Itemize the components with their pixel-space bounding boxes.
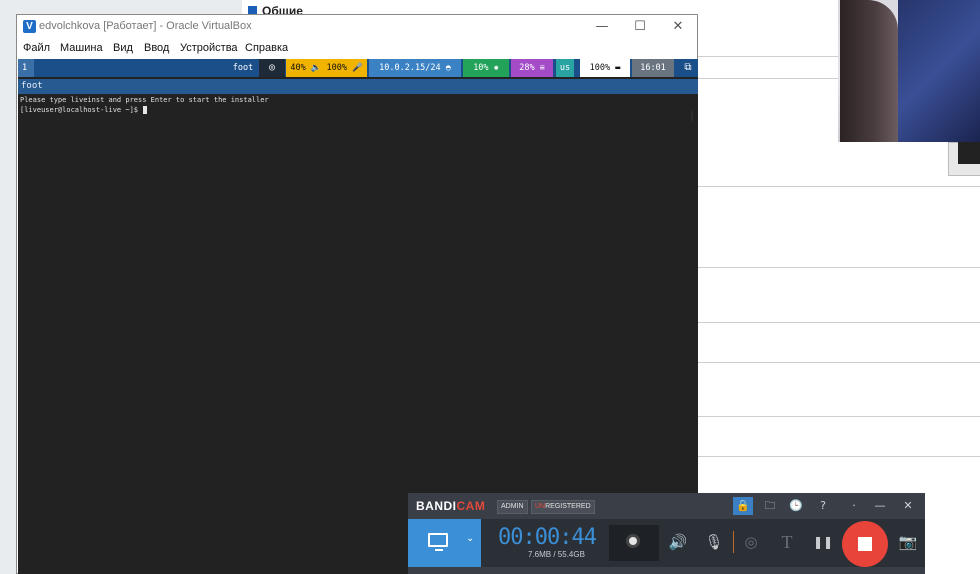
maximize-button[interactable]: ☐ — [620, 17, 660, 37]
menu-machine[interactable]: Машина — [60, 42, 103, 54]
pause-button[interactable]: ❚❚ — [812, 531, 834, 553]
settings-row-divider — [698, 186, 980, 187]
options-dot-icon[interactable]: · — [844, 497, 864, 515]
network-icon: ◓ — [445, 63, 451, 73]
terminal-title-bar: foot — [18, 79, 698, 94]
close-button[interactable]: ✕ — [658, 17, 698, 37]
menu-file[interactable]: Файл — [23, 42, 50, 54]
help-icon[interactable]: ? — [813, 497, 833, 515]
mouse-ibeam-cursor: I — [690, 110, 694, 125]
stop-record-button[interactable] — [842, 521, 888, 567]
cpu-icon: ✹ — [493, 63, 499, 73]
recording-timer: 00:00:44 — [498, 525, 597, 550]
folder-icon[interactable]: 🗀 — [760, 497, 780, 515]
terminal-cursor — [143, 106, 148, 114]
keyboard-layout-widget[interactable]: us — [556, 59, 574, 77]
screen-mode-button[interactable]: ⌄ — [408, 519, 481, 567]
monitor-stand — [435, 549, 443, 551]
minimize-button[interactable]: — — [582, 17, 622, 37]
virtualbox-app-icon: V — [23, 20, 36, 33]
chevron-down-icon[interactable]: ⌄ — [466, 533, 474, 544]
bandicam-main-panel: ⌄ 00:00:44 7.6MB / 55.4GB 🔊 🎙 ◎ T ❚❚ 📷 — [408, 519, 925, 567]
menu-help[interactable]: Справка — [245, 42, 288, 54]
webcam-button[interactable] — [609, 525, 659, 561]
microphone-icon[interactable]: 🎙 — [703, 531, 725, 553]
terminal-title: foot — [21, 81, 43, 91]
bandicam-logo-part-b: CAM — [456, 499, 486, 513]
battery-value: 100% — [589, 63, 611, 73]
unregistered-badge[interactable]: UNREGISTERED — [531, 500, 595, 514]
webcam-person-hair — [840, 0, 898, 142]
memory-widget[interactable]: 28% ≡ — [511, 59, 553, 77]
idle-inhibit-icon[interactable]: ◎ — [259, 59, 285, 77]
menu-devices[interactable]: Устройства — [180, 42, 238, 54]
workspace-indicator[interactable]: 1 — [18, 59, 34, 77]
network-widget[interactable]: 10.0.2.15/24 ◓ — [369, 59, 461, 77]
unregistered-badge-prefix: UN — [535, 503, 546, 510]
battery-icon: ▬ — [615, 63, 621, 73]
toolbar-separator — [733, 531, 734, 553]
menu-bar: Файл Машина Вид Ввод Устройства Справка — [17, 39, 697, 59]
cursor-effect-icon[interactable]: ◎ — [740, 531, 762, 553]
settings-row-divider — [698, 267, 980, 268]
monitor-icon — [428, 533, 448, 547]
stop-icon — [858, 537, 872, 551]
menu-view[interactable]: Вид — [113, 42, 133, 54]
bandicam-logo-part-a: BANDI — [416, 499, 457, 513]
terminal-prompt-line[interactable]: [liveuser@localhost-live ~]$ — [20, 106, 148, 114]
network-address: 10.0.2.15/24 — [379, 63, 441, 73]
bandicam-bottom-strip — [408, 567, 925, 574]
clock-widget[interactable]: 16:01 — [632, 59, 674, 77]
battery-widget[interactable]: 100% ▬ — [580, 59, 630, 77]
text-overlay-icon[interactable]: T — [776, 531, 798, 553]
background-frame-inner — [958, 142, 980, 164]
guest-status-bar: 1 foot ◎ 40% 🔈 100% 🎤 10.0.2.15/24 ◓ 10%… — [18, 59, 698, 77]
terminal-line: Please type liveinst and press Enter to … — [20, 96, 269, 104]
terminal-prompt: [liveuser@localhost-live ~]$ — [20, 106, 143, 114]
volume-widget[interactable]: 40% 🔈 100% 🎤 — [286, 59, 367, 77]
settings-row-divider — [698, 416, 980, 417]
notifications-icon[interactable]: ⧉ — [678, 59, 698, 77]
clock-icon[interactable]: 🕒 — [786, 497, 806, 515]
window-title: edvolchkova [Работает] - Oracle VirtualB… — [39, 20, 252, 32]
minimize-icon[interactable]: — — [870, 497, 890, 515]
admin-badge: ADMIN — [497, 500, 528, 514]
bandicam-logo: BANDICAM — [416, 499, 485, 513]
menu-input[interactable]: Ввод — [144, 42, 169, 54]
cpu-value: 10% — [473, 63, 489, 73]
settings-row-divider — [698, 456, 980, 457]
unregistered-badge-text: REGISTERED — [545, 503, 591, 510]
window-titlebar[interactable]: V edvolchkova [Работает] - Oracle Virtua… — [17, 15, 697, 39]
lock-icon[interactable]: 🔒 — [733, 497, 753, 515]
webcam-overlay — [838, 0, 980, 142]
recording-size: 7.6MB / 55.4GB — [528, 550, 585, 559]
speaker-icon[interactable]: 🔊 — [667, 531, 689, 553]
virtualbox-window[interactable]: V edvolchkova [Работает] - Oracle Virtua… — [16, 14, 698, 574]
settings-row-divider — [698, 362, 980, 363]
settings-row-divider — [698, 322, 980, 323]
close-icon[interactable]: ✕ — [898, 497, 918, 515]
screenshot-camera-icon[interactable]: 📷 — [897, 531, 919, 553]
webcam-icon — [626, 534, 640, 548]
cpu-widget[interactable]: 10% ✹ — [463, 59, 509, 77]
bandicam-recorder[interactable]: BANDICAM ADMIN UNREGISTERED 🔒 🗀 🕒 ? · — … — [408, 493, 925, 574]
bandicam-title-bar[interactable]: BANDICAM ADMIN UNREGISTERED 🔒 🗀 🕒 ? · — … — [408, 493, 925, 519]
focused-app-label: foot — [232, 63, 254, 73]
